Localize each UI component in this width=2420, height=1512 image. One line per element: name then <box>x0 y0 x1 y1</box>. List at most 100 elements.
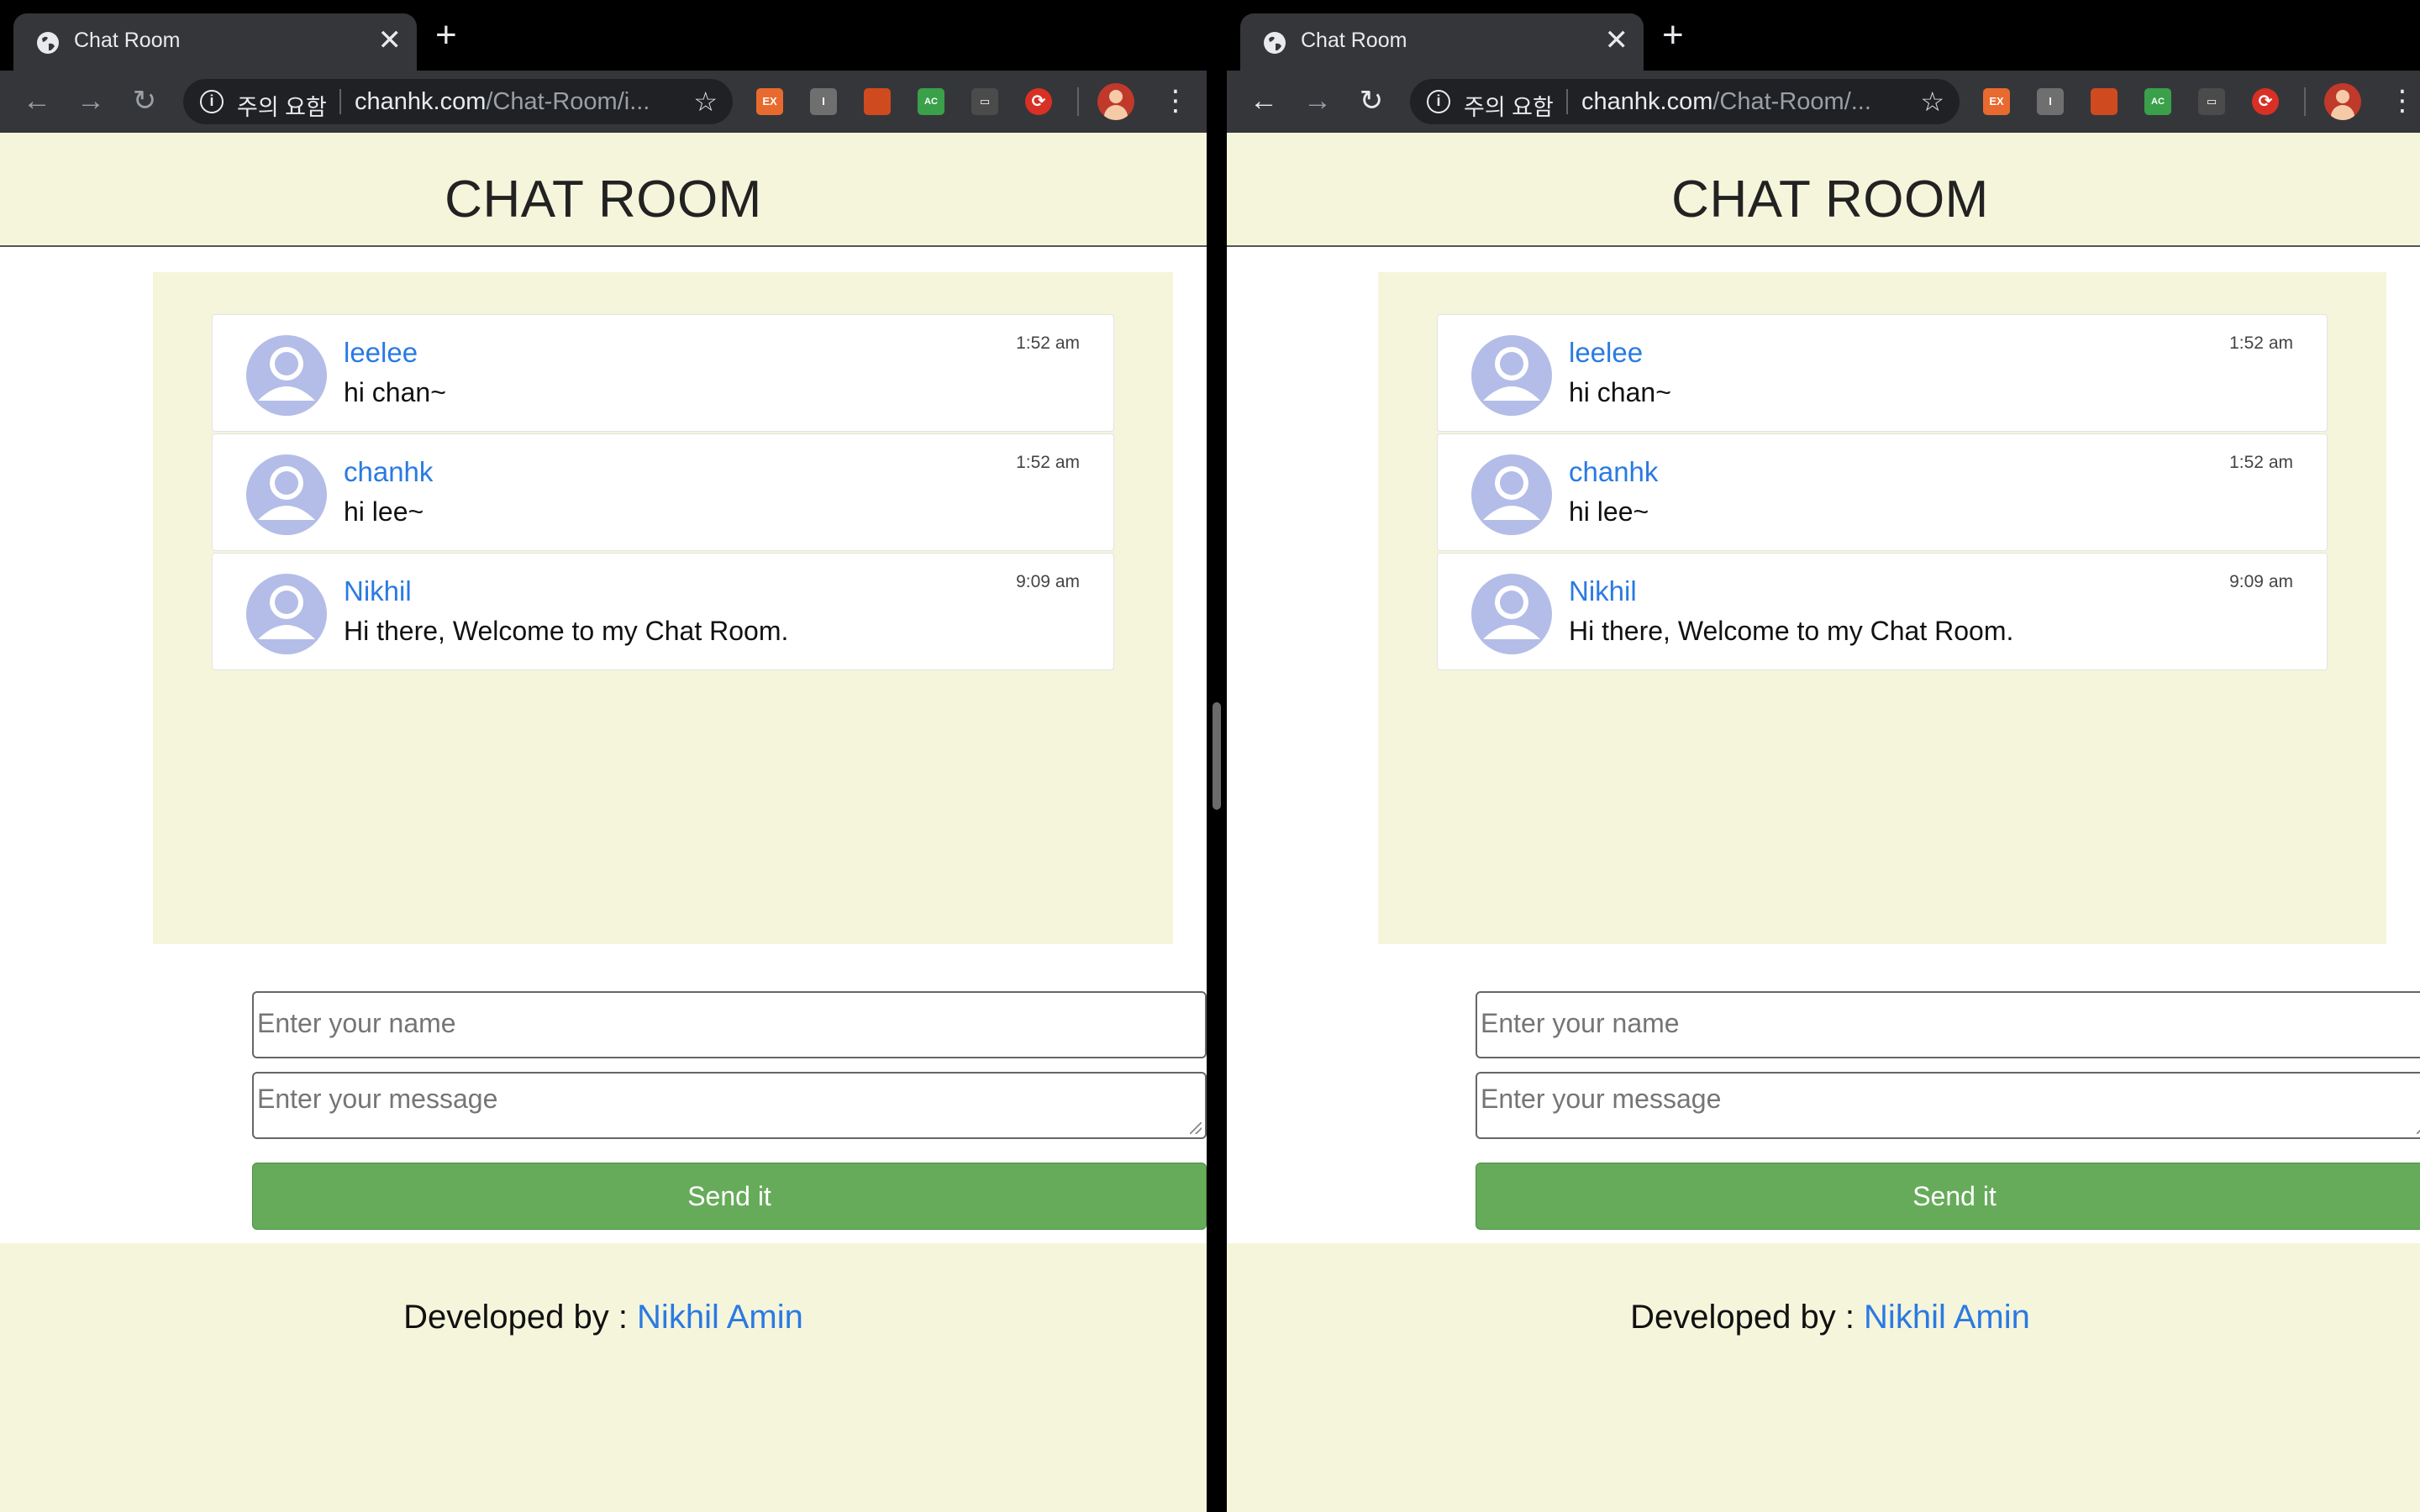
page-content: CHAT ROOM leelee hi chan~ 1:52 am chanhk… <box>1227 133 2420 1512</box>
user-avatar-icon <box>1471 574 1552 654</box>
plus-icon[interactable]: + <box>435 17 457 54</box>
url-text[interactable]: chanhk.com/Chat-Room/i... <box>355 88 650 116</box>
url-text[interactable]: chanhk.com/Chat-Room/... <box>1581 88 1871 116</box>
screen-extension[interactable]: ▭ <box>971 88 998 115</box>
toolbar-divider <box>1077 87 1079 116</box>
info-icon[interactable]: i <box>200 90 224 113</box>
sync-extension[interactable]: ⟳ <box>1025 88 1052 115</box>
divider <box>1566 89 1568 114</box>
globe-icon <box>1264 32 1286 54</box>
security-label: 주의 요함 <box>237 95 327 120</box>
chat-message: leelee hi chan~ 1:52 am <box>1437 314 2328 432</box>
message-time: 9:09 am <box>1016 572 1080 591</box>
message-text: hi lee~ <box>1569 496 1649 527</box>
browser-window-right: Chat Room ✕ + ← → ↻ i 주의 요함 chanhk.com/C… <box>1227 0 2420 1512</box>
name-input[interactable]: Enter your name <box>252 991 1207 1058</box>
message-author[interactable]: chanhk <box>344 456 433 488</box>
message-time: 1:52 am <box>1016 453 1080 472</box>
office-extension[interactable] <box>2091 88 2118 115</box>
page-footer: Developed by : Nikhil Amin <box>0 1243 1207 1512</box>
user-avatar-icon <box>1471 454 1552 535</box>
resize-handle[interactable] <box>2417 1122 2420 1134</box>
page-header: CHAT ROOM <box>0 133 1207 247</box>
message-textarea[interactable]: Enter your message <box>252 1072 1207 1139</box>
chat-message: chanhk hi lee~ 1:52 am <box>1437 433 2328 551</box>
close-icon[interactable]: ✕ <box>378 25 402 55</box>
send-button[interactable]: Send it <box>1476 1163 2420 1230</box>
chat-message: chanhk hi lee~ 1:52 am <box>212 433 1114 551</box>
reload-icon[interactable]: ↻ <box>126 82 163 119</box>
tab-title: Chat Room <box>1301 29 1407 52</box>
message-placeholder: Enter your message <box>257 1084 498 1114</box>
i-extension[interactable]: I <box>2037 88 2064 115</box>
scrollbar[interactable] <box>1213 702 1221 810</box>
footer-credit: Developed by : Nikhil Amin <box>403 1299 803 1336</box>
tab-title: Chat Room <box>74 29 181 52</box>
address-bar[interactable]: i 주의 요함 chanhk.com/Chat-Room/... ☆ <box>1410 79 1960 124</box>
address-bar[interactable]: i 주의 요함 chanhk.com/Chat-Room/i... ☆ <box>183 79 733 124</box>
office-extension[interactable] <box>864 88 891 115</box>
browser-tab[interactable]: Chat Room ✕ <box>1240 13 1644 71</box>
profile-avatar-icon[interactable] <box>2324 83 2361 120</box>
ex-extension[interactable]: EX <box>1983 88 2010 115</box>
ex-extension[interactable]: EX <box>756 88 783 115</box>
screen-extension[interactable]: ▭ <box>2198 88 2225 115</box>
page-header: CHAT ROOM <box>1227 133 2420 247</box>
message-text: Hi there, Welcome to my Chat Room. <box>1569 616 2014 646</box>
footer-credit: Developed by : Nikhil Amin <box>1630 1299 2030 1336</box>
send-button[interactable]: Send it <box>252 1163 1207 1230</box>
message-time: 1:52 am <box>2229 453 2293 472</box>
star-icon[interactable]: ☆ <box>693 86 718 118</box>
sync-extension[interactable]: ⟳ <box>2252 88 2279 115</box>
plus-icon[interactable]: + <box>1662 17 1684 54</box>
name-input[interactable]: Enter your name <box>1476 991 2420 1058</box>
page-footer: Developed by : Nikhil Amin <box>1227 1243 2420 1512</box>
user-avatar-icon <box>246 574 327 654</box>
message-author[interactable]: leelee <box>1569 337 1643 369</box>
browser-toolbar: ← → ↻ i 주의 요함 chanhk.com/Chat-Room/... ☆… <box>1227 71 2420 133</box>
author-link[interactable]: Nikhil Amin <box>637 1299 803 1336</box>
message-time: 9:09 am <box>2229 572 2293 591</box>
resize-handle[interactable] <box>1190 1122 1202 1134</box>
message-author[interactable]: chanhk <box>1569 456 1658 488</box>
forward-arrow-icon[interactable]: → <box>72 82 109 119</box>
page-title: CHAT ROOM <box>445 171 762 228</box>
tab-strip: Chat Room ✕ + <box>0 0 1207 71</box>
back-arrow-icon[interactable]: ← <box>18 82 55 119</box>
chat-message: Nikhil Hi there, Welcome to my Chat Room… <box>212 553 1114 670</box>
message-author[interactable]: Nikhil <box>1569 575 1637 607</box>
more-vert-icon[interactable]: ⋮ <box>1161 82 1190 119</box>
message-text: hi lee~ <box>344 496 424 527</box>
toolbar-divider <box>2304 87 2306 116</box>
more-vert-icon[interactable]: ⋮ <box>2388 82 2417 119</box>
security-label: 주의 요함 <box>1464 95 1554 120</box>
reload-icon[interactable]: ↻ <box>1353 82 1390 119</box>
chat-box[interactable]: leelee hi chan~ 1:52 am chanhk hi lee~ 1… <box>1378 272 2386 944</box>
user-avatar-icon <box>246 335 327 416</box>
ac-extension[interactable]: AC <box>918 88 944 115</box>
chat-box[interactable]: leelee hi chan~ 1:52 am chanhk hi lee~ 1… <box>153 272 1173 944</box>
message-author[interactable]: leelee <box>344 337 418 369</box>
browser-window-left: Chat Room ✕ + ← → ↻ i 주의 요함 chanhk.com/C… <box>0 0 1207 1512</box>
message-textarea[interactable]: Enter your message <box>1476 1072 2420 1139</box>
info-icon[interactable]: i <box>1427 90 1450 113</box>
message-author[interactable]: Nikhil <box>344 575 412 607</box>
message-placeholder: Enter your message <box>1481 1084 1722 1114</box>
i-extension[interactable]: I <box>810 88 837 115</box>
chat-message: leelee hi chan~ 1:52 am <box>212 314 1114 432</box>
forward-arrow-icon[interactable]: → <box>1299 82 1336 119</box>
star-icon[interactable]: ☆ <box>1920 86 1944 118</box>
author-link[interactable]: Nikhil Amin <box>1864 1299 2030 1336</box>
back-arrow-icon[interactable]: ← <box>1245 82 1282 119</box>
close-icon[interactable]: ✕ <box>1605 25 1629 55</box>
message-text: hi chan~ <box>1569 377 1671 407</box>
divider <box>339 89 341 114</box>
profile-avatar-icon[interactable] <box>1097 83 1134 120</box>
browser-tab[interactable]: Chat Room ✕ <box>13 13 417 71</box>
tab-strip: Chat Room ✕ + <box>1227 0 2420 71</box>
browser-toolbar: ← → ↻ i 주의 요함 chanhk.com/Chat-Room/i... … <box>0 71 1207 133</box>
message-text: Hi there, Welcome to my Chat Room. <box>344 616 789 646</box>
ac-extension[interactable]: AC <box>2144 88 2171 115</box>
message-text: hi chan~ <box>344 377 446 407</box>
chat-message: Nikhil Hi there, Welcome to my Chat Room… <box>1437 553 2328 670</box>
